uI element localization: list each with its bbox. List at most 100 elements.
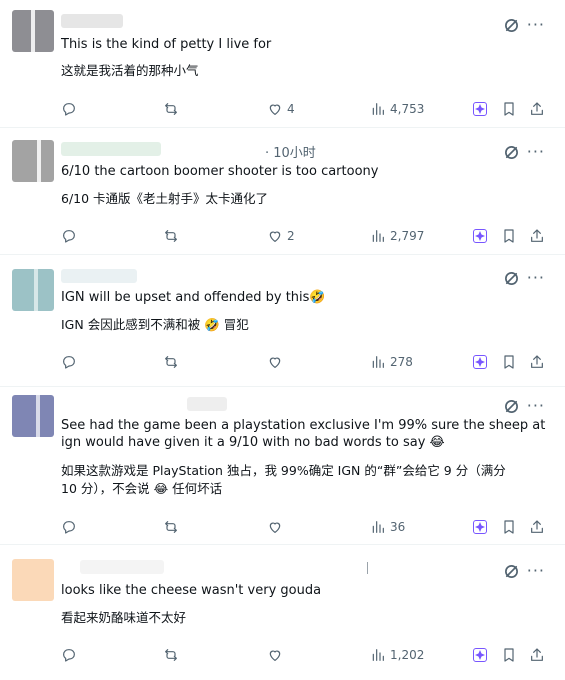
more-icon[interactable]: ···: [527, 563, 545, 579]
heart-button[interactable]: 2: [267, 227, 295, 245]
post-timestamp[interactable]: [367, 562, 368, 574]
avatar[interactable]: [12, 559, 54, 601]
share-icon: [529, 519, 545, 535]
reply-button[interactable]: [61, 646, 77, 664]
share-icon: [529, 228, 545, 244]
views-icon: [370, 519, 386, 535]
more-icon[interactable]: ···: [527, 144, 545, 160]
bookmark-button[interactable]: [501, 100, 517, 118]
post-timestamp[interactable]: · 10小时: [265, 142, 316, 161]
views-count: 4,753: [390, 102, 425, 116]
grok-icon[interactable]: [504, 18, 519, 33]
views-icon: [370, 101, 386, 117]
post-text-chinese: 看起来奶酪味道不太好: [61, 610, 187, 625]
grok-icon[interactable]: [504, 145, 519, 160]
action-bar: 4 4,753: [0, 100, 565, 118]
share-button[interactable]: [529, 518, 545, 536]
heart-button[interactable]: 4: [267, 100, 295, 118]
bookmark-button[interactable]: [501, 646, 517, 664]
reply-button[interactable]: [61, 227, 77, 245]
action-bar: 278: [0, 353, 565, 371]
share-icon: [529, 101, 545, 117]
avatar[interactable]: [12, 269, 54, 311]
avatar[interactable]: [12, 140, 54, 182]
share-button[interactable]: [529, 227, 545, 245]
reply-post[interactable]: ··· See had the game been a playstation …: [0, 387, 565, 545]
reply-post[interactable]: ··· looks like the cheese wasn't very go…: [0, 545, 565, 680]
post-text-chinese-line-1: 如果这款游戏是 PlayStation 独占，我 99%确定 IGN 的“群”会…: [61, 463, 506, 478]
reply-post[interactable]: ··· This is the kind of petty I live for…: [0, 0, 565, 128]
author-name-blurred[interactable]: [61, 14, 123, 28]
bookmark-button[interactable]: [501, 518, 517, 536]
post-text-english: This is the kind of petty I live for: [61, 37, 272, 52]
reply-button[interactable]: [61, 100, 77, 118]
heart-icon: [267, 101, 283, 117]
author-name-blurred[interactable]: [61, 142, 161, 156]
reply-icon: [61, 101, 77, 117]
more-icon[interactable]: ···: [527, 398, 545, 414]
bookmark-icon: [501, 647, 517, 663]
heart-icon: [267, 354, 283, 370]
views-button[interactable]: 36: [370, 518, 405, 536]
views-button[interactable]: 4,753: [370, 100, 424, 118]
bookmark-icon: [501, 228, 517, 244]
views-count: 1,202: [390, 648, 425, 662]
views-icon: [370, 228, 386, 244]
action-bar: 1,202: [0, 646, 565, 664]
share-button[interactable]: [529, 646, 545, 664]
grok-icon[interactable]: [504, 399, 519, 414]
reply-button[interactable]: [61, 518, 77, 536]
post-text-chinese: IGN 会因此感到不满和被 🤣 冒犯: [61, 317, 249, 332]
grok-icon[interactable]: [504, 271, 519, 286]
retweet-icon: [163, 228, 179, 244]
retweet-icon: [163, 519, 179, 535]
boost-icon[interactable]: [473, 100, 487, 118]
reply-button[interactable]: [61, 353, 77, 371]
retweet-icon: [163, 101, 179, 117]
retweet-icon: [163, 647, 179, 663]
bookmark-button[interactable]: [501, 353, 517, 371]
views-button[interactable]: 278: [370, 353, 413, 371]
author-name-blurred[interactable]: [61, 269, 137, 283]
retweet-button[interactable]: [163, 353, 179, 371]
bookmark-icon: [501, 354, 517, 370]
author-name-blurred[interactable]: [80, 560, 164, 574]
heart-button[interactable]: [267, 353, 283, 371]
bookmark-button[interactable]: [501, 227, 517, 245]
retweet-icon: [163, 354, 179, 370]
boost-icon[interactable]: [473, 518, 487, 536]
more-icon[interactable]: ···: [527, 17, 545, 33]
boost-icon[interactable]: [473, 227, 487, 245]
avatar[interactable]: [12, 10, 54, 52]
share-icon: [529, 647, 545, 663]
views-button[interactable]: 1,202: [370, 646, 424, 664]
like-count: 2: [287, 229, 295, 243]
heart-button[interactable]: [267, 518, 283, 536]
more-icon[interactable]: ···: [527, 270, 545, 286]
retweet-button[interactable]: [163, 518, 179, 536]
views-count: 36: [390, 520, 406, 534]
retweet-button[interactable]: [163, 227, 179, 245]
post-text-english: IGN will be upset and offended by this🤣: [61, 290, 326, 305]
views-icon: [370, 354, 386, 370]
share-button[interactable]: [529, 353, 545, 371]
action-bar: 36: [0, 518, 565, 536]
retweet-button[interactable]: [163, 646, 179, 664]
avatar[interactable]: [12, 395, 54, 437]
reply-post[interactable]: · 10小时 ··· 6/10 the cartoon boomer shoot…: [0, 128, 565, 255]
reply-icon: [61, 647, 77, 663]
bookmark-icon: [501, 101, 517, 117]
boost-icon[interactable]: [473, 353, 487, 371]
post-text-chinese-line-2: 10 分），不会说 😂 任何坏话: [61, 481, 223, 496]
retweet-button[interactable]: [163, 100, 179, 118]
post-text-english: 6/10 the cartoon boomer shooter is too c…: [61, 164, 379, 179]
post-text-english-line-1: See had the game been a playstation excl…: [61, 418, 546, 433]
heart-button[interactable]: [267, 646, 283, 664]
boost-icon[interactable]: [473, 646, 487, 664]
post-text-chinese: 6/10 卡通版《老土射手》太卡通化了: [61, 191, 269, 206]
views-button[interactable]: 2,797: [370, 227, 424, 245]
reply-post[interactable]: ··· IGN will be upset and offended by th…: [0, 255, 565, 387]
author-name-blurred[interactable]: [187, 397, 227, 411]
share-button[interactable]: [529, 100, 545, 118]
grok-icon[interactable]: [504, 564, 519, 579]
